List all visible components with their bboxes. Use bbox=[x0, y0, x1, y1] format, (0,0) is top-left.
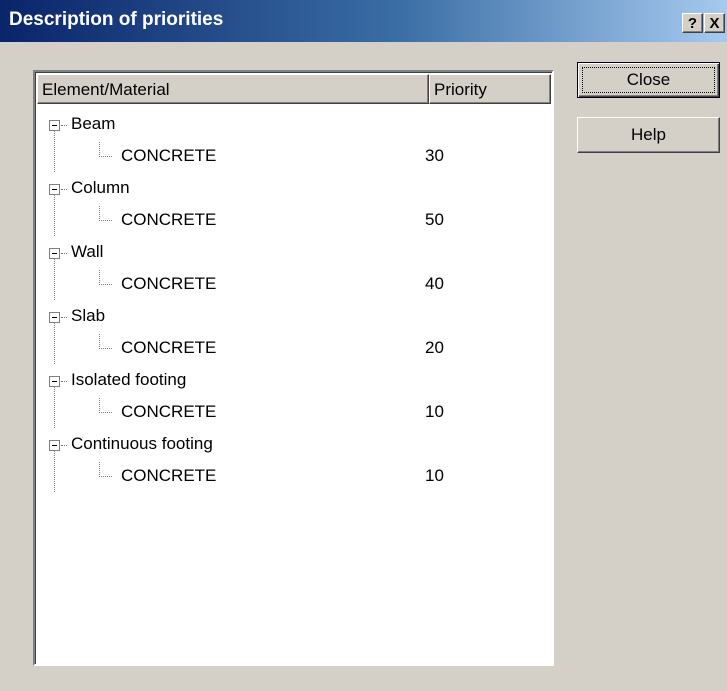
title-bar[interactable]: Description of priorities ? X bbox=[0, 0, 727, 42]
tree-connector bbox=[54, 195, 55, 236]
close-button-label: Close bbox=[626, 70, 671, 89]
context-help-button[interactable]: ? bbox=[682, 13, 703, 33]
tree-node-element[interactable]: Column bbox=[35, 172, 552, 204]
tree-connector bbox=[61, 189, 67, 190]
collapse-toggle-icon[interactable] bbox=[49, 376, 60, 387]
element-label: Beam bbox=[71, 114, 116, 133]
close-window-button[interactable]: X bbox=[704, 13, 725, 33]
tree-connector bbox=[54, 387, 55, 428]
tree-connector bbox=[54, 131, 55, 172]
close-button[interactable]: Close bbox=[577, 62, 720, 98]
tree-node-material[interactable]: CONCRETE 20 bbox=[35, 323, 552, 364]
element-label: Isolated footing bbox=[71, 370, 187, 389]
element-label: Column bbox=[71, 178, 130, 197]
tree-connector bbox=[99, 142, 112, 157]
priority-value: 20 bbox=[425, 338, 444, 357]
collapse-toggle-icon[interactable] bbox=[49, 184, 60, 195]
tree-connector bbox=[61, 125, 67, 126]
column-header-element-material[interactable]: Element/Material bbox=[37, 74, 429, 104]
element-label: Slab bbox=[71, 306, 106, 325]
tree-node-element[interactable]: Wall bbox=[35, 236, 552, 268]
list-header: Element/Material Priority bbox=[37, 74, 551, 106]
priority-value: 10 bbox=[425, 402, 444, 421]
material-label: CONCRETE bbox=[121, 210, 217, 229]
tree-node-material[interactable]: CONCRETE 50 bbox=[35, 195, 552, 236]
collapse-toggle-icon[interactable] bbox=[49, 248, 60, 259]
tree-node-material[interactable]: CONCRETE 10 bbox=[35, 451, 552, 492]
tree-connector bbox=[61, 381, 67, 382]
tree-node-element[interactable]: Beam bbox=[35, 108, 552, 140]
material-label: CONCRETE bbox=[121, 274, 217, 293]
tree-node-material[interactable]: CONCRETE 40 bbox=[35, 259, 552, 300]
help-button[interactable]: Help bbox=[577, 117, 720, 153]
priorities-tree-list[interactable]: Element/Material Priority Beam CONCRETE 30… bbox=[33, 70, 554, 666]
collapse-toggle-icon[interactable] bbox=[49, 440, 60, 451]
tree-connector bbox=[61, 317, 67, 318]
tree-connector bbox=[61, 445, 67, 446]
material-label: CONCRETE bbox=[121, 402, 217, 421]
material-label: CONCRETE bbox=[121, 466, 217, 485]
material-label: CONCRETE bbox=[121, 338, 217, 357]
priority-value: 10 bbox=[425, 466, 444, 485]
tree-connector bbox=[61, 253, 67, 254]
help-button-label: Help bbox=[631, 125, 666, 144]
priorities-dialog: Description of priorities ? X Element/Ma… bbox=[0, 0, 727, 691]
tree-node-material[interactable]: CONCRETE 30 bbox=[35, 131, 552, 172]
material-label: CONCRETE bbox=[121, 146, 217, 165]
tree-node-material[interactable]: CONCRETE 10 bbox=[35, 387, 552, 428]
tree-connector bbox=[99, 398, 112, 413]
tree-connector bbox=[99, 206, 112, 221]
column-header-priority[interactable]: Priority bbox=[429, 74, 551, 104]
tree-connector bbox=[54, 323, 55, 364]
tree-node-element[interactable]: Continuous footing bbox=[35, 428, 552, 460]
priority-value: 30 bbox=[425, 146, 444, 165]
tree-rows: Beam CONCRETE 30 Column CONCRETE 50 Wall CONCRE… bbox=[35, 108, 552, 492]
tree-connector bbox=[54, 451, 55, 492]
collapse-toggle-icon[interactable] bbox=[49, 312, 60, 323]
tree-connector bbox=[99, 462, 112, 477]
priority-value: 50 bbox=[425, 210, 444, 229]
element-label: Wall bbox=[71, 242, 104, 261]
priority-value: 40 bbox=[425, 274, 444, 293]
tree-node-element[interactable]: Isolated footing bbox=[35, 364, 552, 396]
collapse-toggle-icon[interactable] bbox=[49, 120, 60, 131]
tree-connector bbox=[99, 270, 112, 285]
tree-connector bbox=[99, 334, 112, 349]
tree-node-element[interactable]: Slab bbox=[35, 300, 552, 332]
dialog-title: Description of priorities bbox=[9, 9, 224, 30]
element-label: Continuous footing bbox=[71, 434, 213, 453]
tree-connector bbox=[54, 259, 55, 300]
